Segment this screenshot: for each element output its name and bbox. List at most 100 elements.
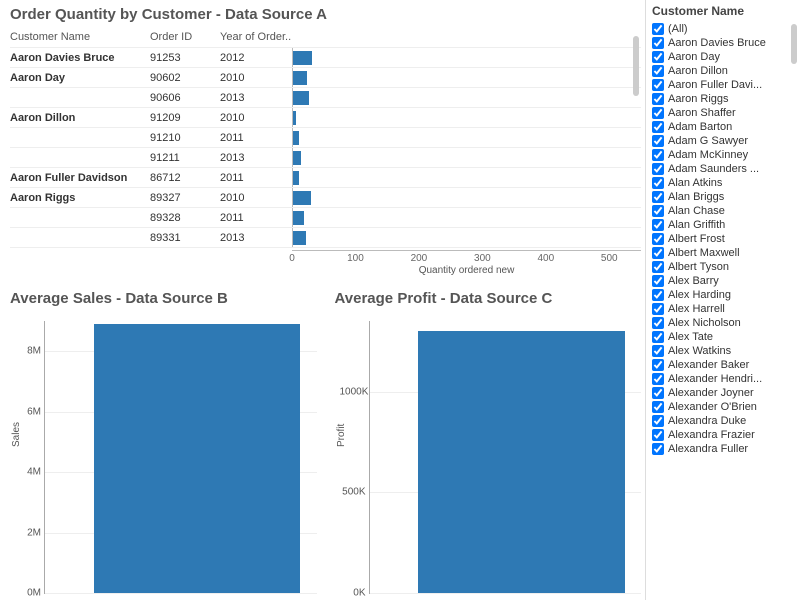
oq-scrollbar[interactable] [633,36,639,96]
ytick: 4M [15,467,41,478]
filter-label: Adam Saunders ... [668,163,759,175]
filter-item[interactable]: Alan Atkins [652,176,797,190]
filter-item[interactable]: Alan Griffith [652,218,797,232]
filter-item[interactable]: Adam McKinney [652,148,797,162]
filter-item[interactable]: Albert Frost [652,232,797,246]
filter-checkbox[interactable] [652,429,664,441]
filter-checkbox[interactable] [652,401,664,413]
filter-item[interactable]: Alexander Joyner [652,386,797,400]
filter-item[interactable]: Aaron Day [652,50,797,64]
filter-checkbox[interactable] [652,23,664,35]
table-row[interactable]: 912112013 [10,148,641,168]
filter-checkbox[interactable] [652,247,664,259]
filter-item[interactable]: Adam Barton [652,120,797,134]
cell-year: 2011 [220,132,292,144]
bar [293,231,306,245]
cell-year: 2011 [220,212,292,224]
filter-item[interactable]: Aaron Riggs [652,92,797,106]
filter-item[interactable]: Albert Maxwell [652,246,797,260]
cell-customer: Aaron Day [10,72,150,84]
profit-chart-area[interactable]: Profit 0K500K1000K [369,321,642,594]
table-row[interactable]: 906062013 [10,88,641,108]
filter-item[interactable]: Aaron Dillon [652,64,797,78]
filter-checkbox[interactable] [652,205,664,217]
filter-checkbox[interactable] [652,331,664,343]
bar [293,211,304,225]
filter-item[interactable]: Alan Chase [652,204,797,218]
filter-checkbox[interactable] [652,93,664,105]
filter-checkbox[interactable] [652,163,664,175]
filter-checkbox[interactable] [652,275,664,287]
order-quantity-panel: Order Quantity by Customer - Data Source… [10,6,641,276]
filter-checkbox[interactable] [652,303,664,315]
table-row[interactable]: 893312013 [10,228,641,248]
cell-order: 89328 [150,212,220,224]
filter-label: Alexander Joyner [668,387,754,399]
filter-item[interactable]: Adam Saunders ... [652,162,797,176]
filter-label: Aaron Davies Bruce [668,37,766,49]
filter-checkbox[interactable] [652,415,664,427]
filter-checkbox[interactable] [652,345,664,357]
table-row[interactable]: 893282011 [10,208,641,228]
filter-label: (All) [668,23,688,35]
profit-panel: Average Profit - Data Source C Profit 0K… [335,290,642,594]
xtick: 100 [347,253,364,264]
ytick: 500K [340,487,366,498]
filter-item[interactable]: Adam G Sawyer [652,134,797,148]
filter-item[interactable]: Albert Tyson [652,260,797,274]
filter-checkbox[interactable] [652,387,664,399]
filter-item[interactable]: Aaron Davies Bruce [652,36,797,50]
table-row[interactable]: Aaron Dillon912092010 [10,108,641,128]
filter-item[interactable]: Aaron Fuller Davi... [652,78,797,92]
filter-checkbox[interactable] [652,359,664,371]
filter-list[interactable]: (All) Aaron Davies BruceAaron DayAaron Di… [652,22,797,582]
filter-checkbox[interactable] [652,373,664,385]
sales-chart-area[interactable]: Sales 0M2M4M6M8M [44,321,317,594]
filter-checkbox[interactable] [652,317,664,329]
table-row[interactable]: Aaron Day906022010 [10,68,641,88]
filter-checkbox[interactable] [652,233,664,245]
filter-item[interactable]: Alex Tate [652,330,797,344]
filter-checkbox[interactable] [652,121,664,133]
filter-checkbox[interactable] [652,149,664,161]
table-row[interactable]: Aaron Fuller Davidson867122011 [10,168,641,188]
filter-checkbox[interactable] [652,219,664,231]
bar [293,111,296,125]
table-row[interactable]: Aaron Riggs893272010 [10,188,641,208]
filter-checkbox[interactable] [652,261,664,273]
filter-item[interactable]: Alan Briggs [652,190,797,204]
cell-year: 2010 [220,72,292,84]
filter-item[interactable]: Alexandra Fuller [652,442,797,456]
filter-item[interactable]: Alexander Baker [652,358,797,372]
filter-checkbox[interactable] [652,289,664,301]
filter-item[interactable]: Alex Watkins [652,344,797,358]
filter-item[interactable]: Alex Nicholson [652,316,797,330]
oq-body[interactable]: Aaron Davies Bruce912532012Aaron Day9060… [10,47,641,248]
filter-checkbox[interactable] [652,443,664,455]
filter-title: Customer Name [652,4,797,18]
filter-checkbox[interactable] [652,177,664,189]
filter-checkbox[interactable] [652,135,664,147]
filter-checkbox[interactable] [652,107,664,119]
filter-item[interactable]: Alexander O'Brien [652,400,797,414]
filter-item[interactable]: (All) [652,22,797,36]
table-row[interactable]: 912102011 [10,128,641,148]
filter-checkbox[interactable] [652,79,664,91]
filter-scrollbar[interactable] [791,24,797,64]
filter-checkbox[interactable] [652,51,664,63]
filter-label: Alexandra Frazier [668,429,755,441]
xtick: 0 [289,253,295,264]
filter-item[interactable]: Alexander Hendri... [652,372,797,386]
filter-item[interactable]: Alexandra Duke [652,414,797,428]
filter-checkbox[interactable] [652,37,664,49]
filter-label: Aaron Fuller Davi... [668,79,762,91]
filter-checkbox[interactable] [652,191,664,203]
filter-item[interactable]: Alex Harding [652,288,797,302]
filter-checkbox[interactable] [652,65,664,77]
filter-item[interactable]: Alex Harrell [652,302,797,316]
bar [94,324,300,593]
table-row[interactable]: Aaron Davies Bruce912532012 [10,48,641,68]
filter-item[interactable]: Alexandra Frazier [652,428,797,442]
filter-item[interactable]: Alex Barry [652,274,797,288]
filter-item[interactable]: Aaron Shaffer [652,106,797,120]
